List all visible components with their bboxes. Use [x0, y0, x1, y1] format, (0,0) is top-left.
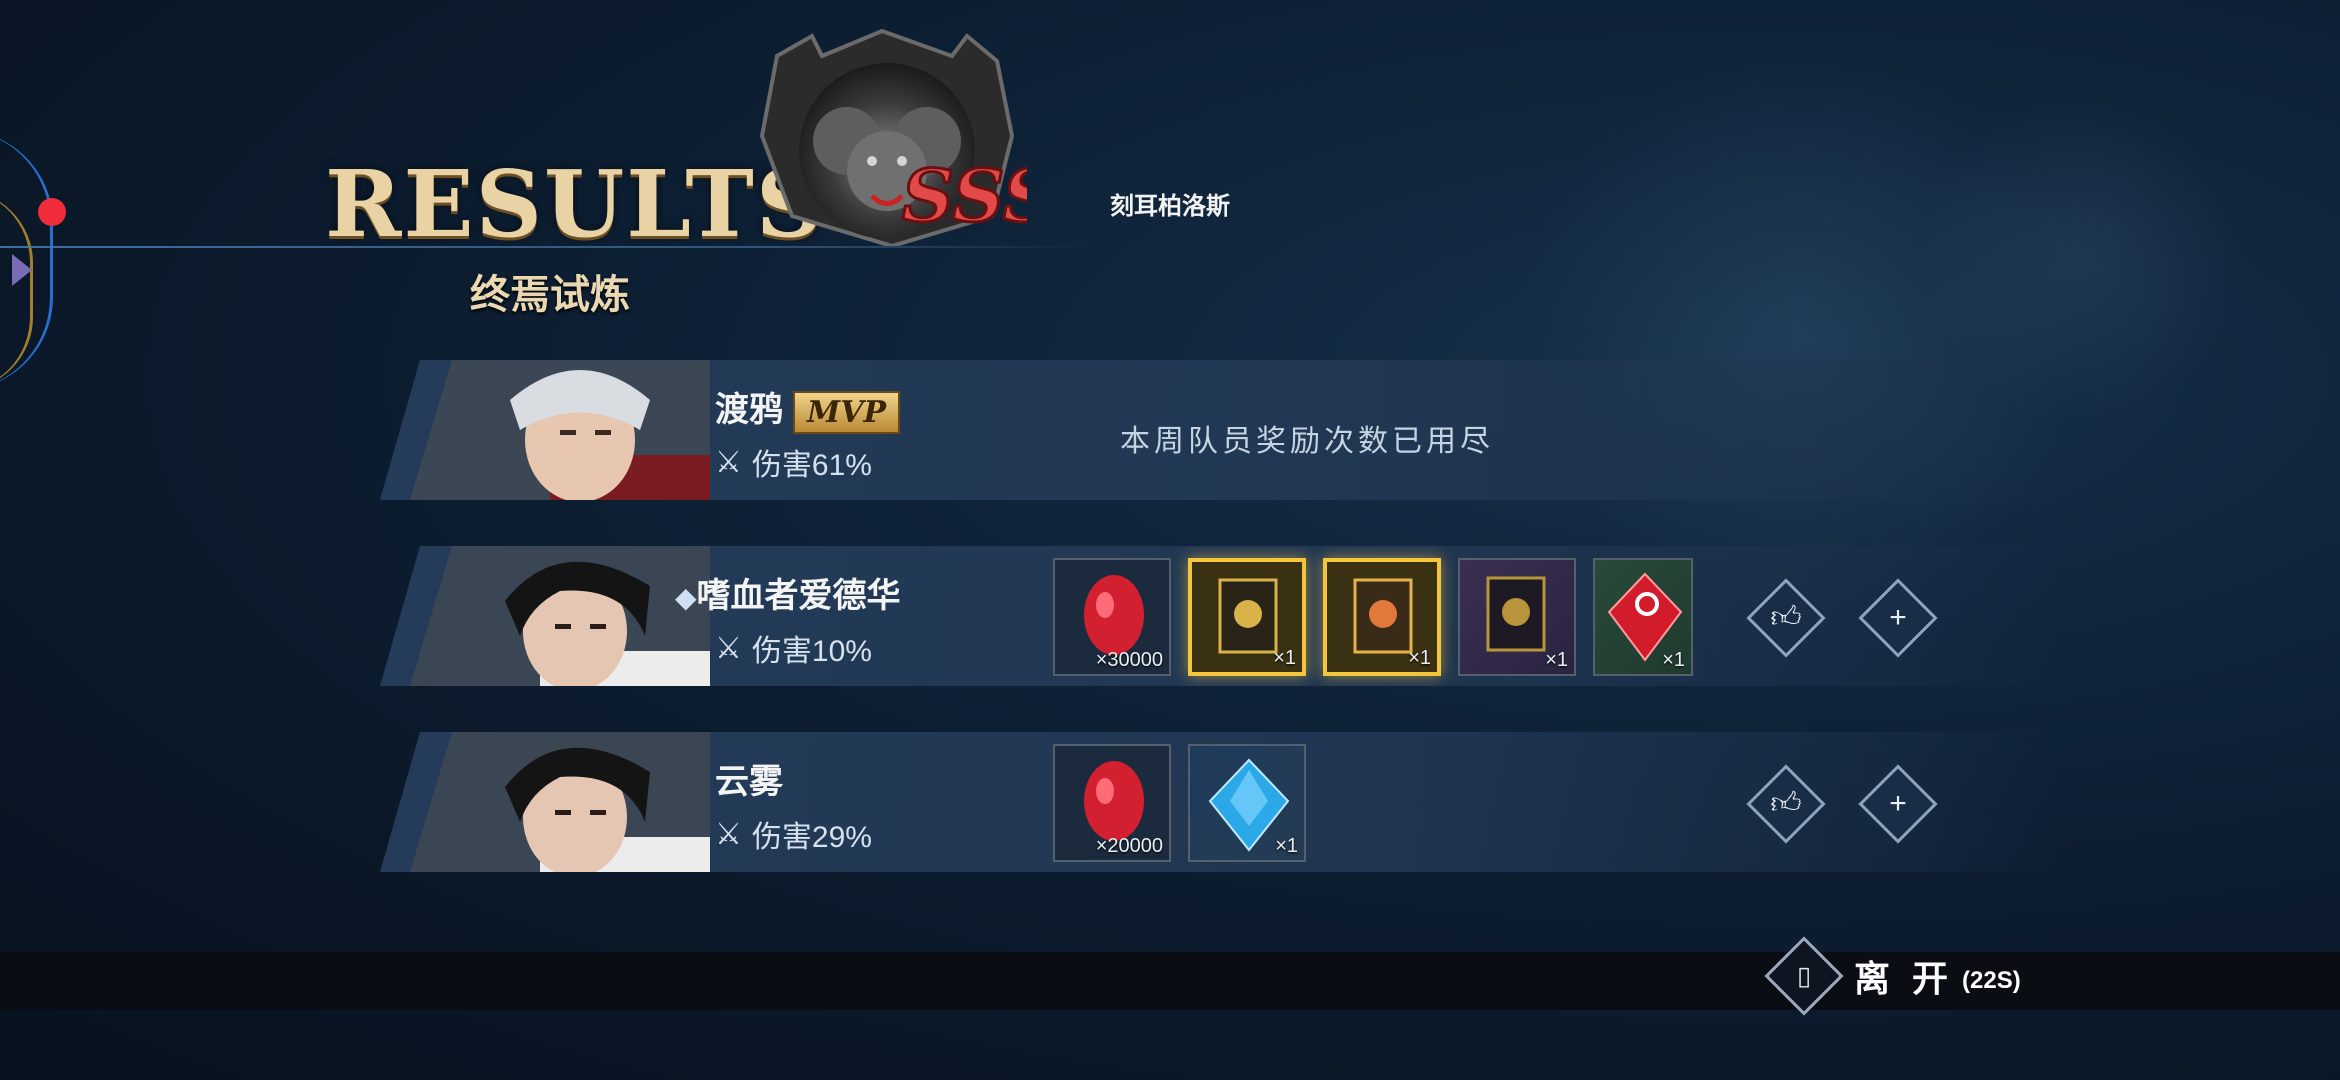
like-button[interactable]: 👍︎: [1746, 764, 1826, 844]
crossed-swords-icon: ⚔: [715, 817, 742, 851]
add-friend-icon: +: [1889, 787, 1907, 820]
player-name: ◆嗜血者爱德华: [675, 577, 901, 615]
reward-item-blue-crystal[interactable]: ×1: [1188, 744, 1306, 862]
side-menu-arrow-icon[interactable]: [12, 254, 32, 286]
add-friend-button[interactable]: +: [1858, 764, 1938, 844]
leave-timer: (22S): [1962, 967, 2021, 994]
player-portrait: [410, 360, 710, 500]
damage-stat: ⚔ 伤害61%: [715, 445, 872, 483]
boss-rank: SSS: [902, 153, 1027, 238]
like-button[interactable]: 👍︎: [1746, 578, 1826, 658]
player-name: 渡鸦 MVP: [715, 382, 901, 434]
party-leader-icon: ◆: [675, 582, 697, 613]
crossed-swords-icon: ⚔: [715, 445, 742, 479]
reward-limit-notice: 本周队员奖励次数已用尽: [1120, 425, 1494, 458]
reward-item-red-orb[interactable]: ×30000: [1053, 558, 1171, 676]
boss-emblem: SSS: [759, 28, 1027, 246]
mode-subtitle: 终焉试炼: [470, 271, 630, 318]
reward-item-purple-card[interactable]: ×1: [1458, 558, 1576, 676]
leave-button[interactable]: ▯ 离 开 (22S): [1764, 936, 2021, 1016]
thumbs-up-icon: 👍︎: [1770, 601, 1802, 634]
player-portrait: [410, 546, 710, 686]
reward-item-gold-card-flame[interactable]: ×1: [1323, 558, 1441, 676]
notification-dot: [38, 198, 66, 226]
player-row: 云雾 ⚔ 伤害29% ×20000 ×1 👍︎ +: [380, 732, 2060, 872]
player-name: 云雾: [715, 763, 783, 801]
reward-item-red-orb[interactable]: ×20000: [1053, 744, 1171, 862]
add-friend-icon: +: [1889, 601, 1907, 634]
results-title: RESULTS: [325, 150, 825, 258]
player-row: 渡鸦 MVP ⚔ 伤害61% 本周队员奖励次数已用尽: [380, 360, 2060, 500]
exit-door-icon: ▯: [1764, 936, 1844, 1016]
player-row: ◆嗜血者爱德华 ⚔ 伤害10% ×30000 ×1 ×1 ×1 ×1 👍︎ +: [380, 546, 2060, 686]
thumbs-up-icon: 👍︎: [1770, 787, 1802, 820]
crossed-swords-icon: ⚔: [715, 631, 742, 665]
add-friend-button[interactable]: +: [1858, 578, 1938, 658]
player-portrait: [410, 732, 710, 872]
mvp-badge: MVP: [793, 390, 901, 434]
damage-stat: ⚔ 伤害29%: [715, 817, 872, 855]
reward-item-gold-card[interactable]: ×1: [1188, 558, 1306, 676]
leave-label: 离 开: [1854, 958, 1955, 999]
damage-stat: ⚔ 伤害10%: [715, 631, 872, 669]
boss-name: 刻耳柏洛斯: [1110, 193, 1230, 220]
reward-item-red-crystal[interactable]: ×1: [1593, 558, 1693, 676]
